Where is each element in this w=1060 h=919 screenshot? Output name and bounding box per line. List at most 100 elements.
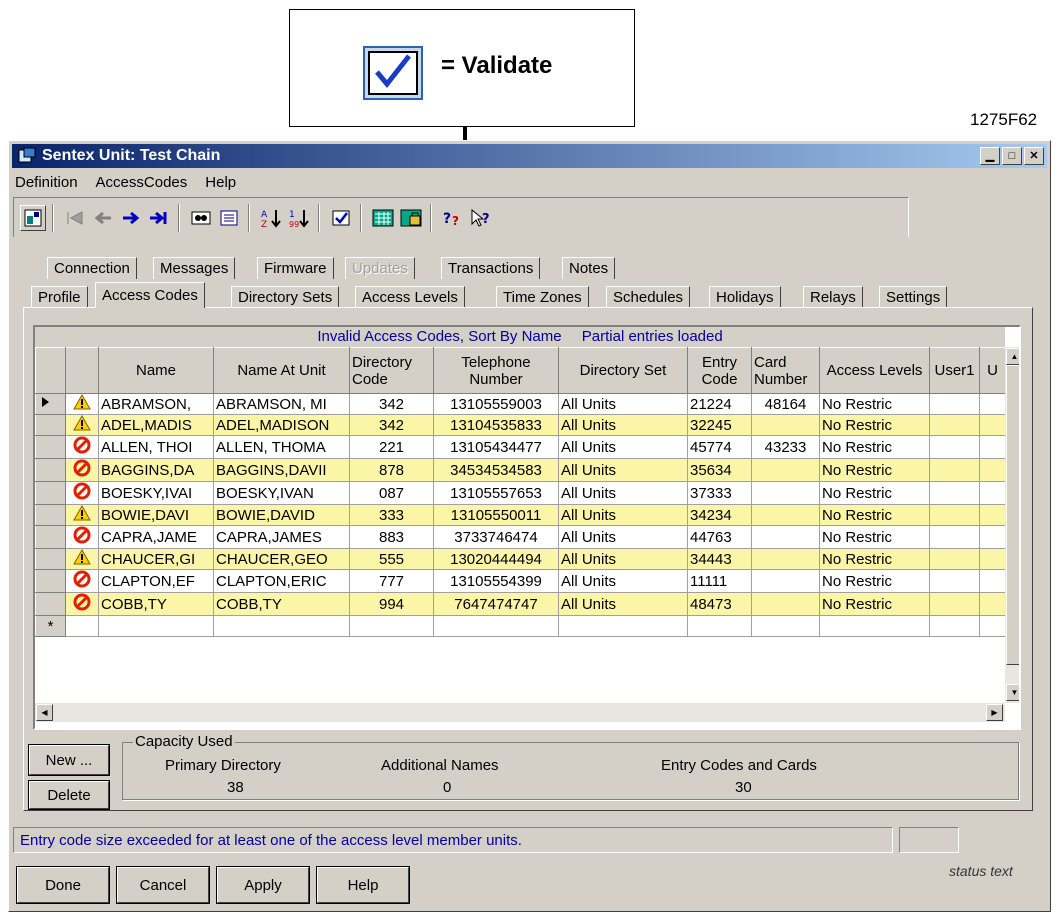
tab-profile[interactable]: Profile (31, 286, 88, 308)
scroll-left-icon[interactable]: ◀ (36, 704, 53, 721)
cell-card-number[interactable] (751, 458, 820, 482)
delete-button[interactable]: Delete (28, 780, 110, 810)
scroll-down-icon[interactable]: ▼ (1006, 684, 1019, 701)
close-button[interactable]: ✕ (1024, 147, 1044, 165)
cell-directory-set[interactable]: All Units (558, 414, 688, 436)
table-row[interactable]: CAPRA,JAME CAPRA,JAMES 883 3733746474 All Un… (35, 525, 1006, 549)
cell-entry-code[interactable]: 11111 (687, 569, 752, 593)
cell-entry-code[interactable]: 21224 (687, 393, 752, 415)
cell-access-levels[interactable]: No Restric (819, 414, 930, 436)
cell-telephone[interactable]: 13020444494 (433, 548, 559, 570)
tab-firmware[interactable]: Firmware (257, 257, 334, 279)
cell-user1[interactable] (929, 548, 980, 570)
cell-card-number[interactable]: 43233 (751, 435, 820, 459)
cell-entry-code[interactable]: 44763 (687, 525, 752, 549)
col-header-entry-code[interactable]: Entry Code (687, 347, 752, 394)
cell-name-at-unit[interactable]: BOWIE,DAVID (213, 504, 350, 526)
cell-name-at-unit[interactable]: BAGGINS,DAVII (213, 458, 350, 482)
calendar-icon[interactable] (370, 205, 396, 231)
cell-directory-set[interactable]: All Units (558, 525, 688, 549)
cell-entry-code[interactable]: 34443 (687, 548, 752, 570)
menu-access-codes[interactable]: AccessCodes (96, 174, 188, 191)
cell-telephone[interactable]: 13105434477 (433, 435, 559, 459)
cell-card-number[interactable] (751, 548, 820, 570)
cell-name-at-unit[interactable]: ABRAMSON, MI (213, 393, 350, 415)
cell-directory-set[interactable]: All Units (558, 458, 688, 482)
new-row-cell[interactable] (433, 615, 559, 637)
cell-user2[interactable] (979, 481, 1006, 505)
help-topics-icon[interactable]: ?? (440, 205, 466, 231)
cell-name[interactable]: BOESKY,IVAI (98, 481, 214, 505)
cell-name[interactable]: BAGGINS,DA (98, 458, 214, 482)
apply-button[interactable]: Apply (216, 866, 310, 904)
new-row-cell[interactable] (213, 615, 350, 637)
cell-access-levels[interactable]: No Restric (819, 592, 930, 616)
cell-name-at-unit[interactable]: ALLEN, THOMA (213, 435, 350, 459)
cell-name-at-unit[interactable]: CLAPTON,ERIC (213, 569, 350, 593)
new-row-cell[interactable] (65, 615, 99, 637)
cell-user1[interactable] (929, 481, 980, 505)
cell-card-number[interactable] (751, 414, 820, 436)
cell-user2[interactable] (979, 435, 1006, 459)
new-row-cell[interactable] (558, 615, 688, 637)
tab-time-zones[interactable]: Time Zones (496, 286, 589, 308)
col-header-directory-set[interactable]: Directory Set (558, 347, 688, 394)
cell-directory-code[interactable]: 878 (349, 458, 434, 482)
validate-toolbar-icon[interactable] (328, 205, 354, 231)
col-header-directory-code[interactable]: Directory Code (349, 347, 434, 394)
cell-access-levels[interactable]: No Restric (819, 569, 930, 593)
row-selector[interactable] (35, 592, 66, 616)
cell-telephone[interactable]: 13105557653 (433, 481, 559, 505)
col-header-name[interactable]: Name (98, 347, 214, 394)
table-row[interactable]: ABRAMSON, ABRAMSON, MI 342 13105559003 All U… (35, 393, 1006, 415)
cell-telephone[interactable]: 13105559003 (433, 393, 559, 415)
cell-name-at-unit[interactable]: ADEL,MADISON (213, 414, 350, 436)
cell-user1[interactable] (929, 592, 980, 616)
cell-entry-code[interactable]: 48473 (687, 592, 752, 616)
cell-directory-set[interactable]: All Units (558, 435, 688, 459)
table-row[interactable]: BAGGINS,DA BAGGINS,DAVII 878 34534534583 All… (35, 458, 1006, 482)
cell-directory-set[interactable]: All Units (558, 548, 688, 570)
cancel-button[interactable]: Cancel (116, 866, 210, 904)
context-help-icon[interactable]: ? (468, 205, 494, 231)
new-row-marker[interactable]: * (35, 615, 66, 637)
cell-user2[interactable] (979, 458, 1006, 482)
first-record-icon[interactable] (62, 205, 88, 231)
cell-card-number[interactable] (751, 504, 820, 526)
col-header-card-number[interactable]: Card Number (751, 347, 820, 394)
previous-record-icon[interactable] (90, 205, 116, 231)
form-view-icon[interactable] (216, 205, 242, 231)
row-selector[interactable] (35, 414, 66, 436)
cell-user1[interactable] (929, 393, 980, 415)
done-button[interactable]: Done (16, 866, 110, 904)
new-row-cell[interactable] (751, 615, 820, 637)
row-selector[interactable] (35, 458, 66, 482)
cell-directory-code[interactable]: 087 (349, 481, 434, 505)
table-row[interactable]: BOWIE,DAVI BOWIE,DAVID 333 13105550011 All U… (35, 504, 1006, 526)
cell-directory-code[interactable]: 221 (349, 435, 434, 459)
new-row-cell[interactable] (819, 615, 930, 637)
cell-card-number[interactable] (751, 525, 820, 549)
cell-card-number[interactable] (751, 481, 820, 505)
cell-name-at-unit[interactable]: COBB,TY (213, 592, 350, 616)
cell-name[interactable]: ABRAMSON, (98, 393, 214, 415)
col-header-name-at-unit[interactable]: Name At Unit (213, 347, 350, 394)
title-bar[interactable]: Sentex Unit: Test Chain ▁ □ ✕ (12, 144, 1047, 168)
tab-holidays[interactable]: Holidays (709, 286, 781, 308)
lock-grid-icon[interactable] (398, 205, 424, 231)
sort-numeric-icon[interactable]: 1 99 (286, 205, 312, 231)
grid-horizontal-scrollbar[interactable]: ◀ ▶ (35, 703, 1005, 722)
cell-access-levels[interactable]: No Restric (819, 435, 930, 459)
cell-card-number[interactable]: 48164 (751, 393, 820, 415)
row-selector[interactable] (35, 504, 66, 526)
cell-user2[interactable] (979, 525, 1006, 549)
cell-telephone[interactable]: 3733746474 (433, 525, 559, 549)
cell-name[interactable]: COBB,TY (98, 592, 214, 616)
cell-telephone[interactable]: 34534534583 (433, 458, 559, 482)
table-row[interactable]: CHAUCER,GI CHAUCER,GEO 555 13020444494 All U… (35, 548, 1006, 570)
cell-name[interactable]: CLAPTON,EF (98, 569, 214, 593)
cell-user1[interactable] (929, 569, 980, 593)
cell-entry-code[interactable]: 34234 (687, 504, 752, 526)
tab-transactions[interactable]: Transactions (441, 257, 541, 279)
cell-name-at-unit[interactable]: BOESKY,IVAN (213, 481, 350, 505)
